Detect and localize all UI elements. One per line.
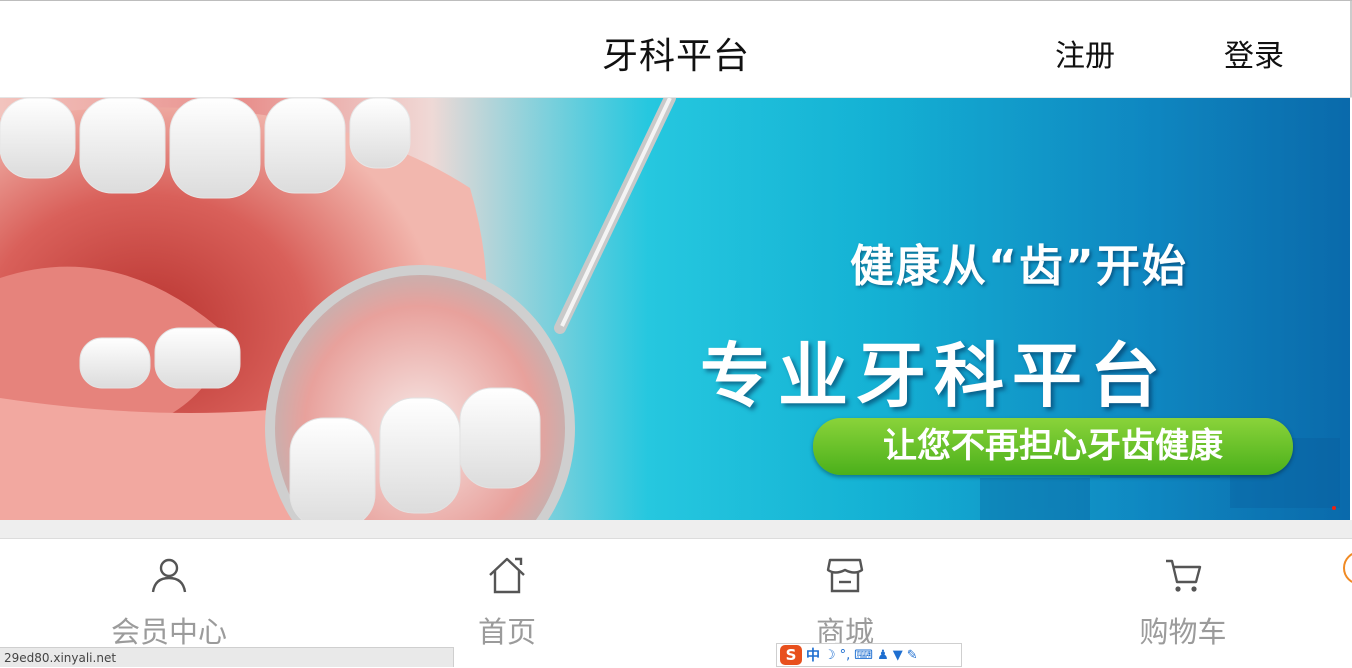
punctuation-icon[interactable]: °, xyxy=(840,648,851,663)
moon-icon[interactable]: ☽ xyxy=(824,648,836,663)
tab-member-center[interactable]: 会员中心 xyxy=(0,539,338,649)
ime-toolbar[interactable]: S 中 ☽ °, ⌨ ♟ ▼ ✎ xyxy=(776,643,962,667)
tab-label: 购物车 xyxy=(1139,615,1227,649)
login-link[interactable]: 登录 xyxy=(1224,31,1284,75)
user-toggle-icon[interactable]: ♟ xyxy=(877,648,889,663)
ime-mode-toggle[interactable]: 中 xyxy=(806,645,820,665)
page-title: 牙科平台 xyxy=(601,36,750,77)
tab-mall[interactable]: 商城 xyxy=(676,539,1014,649)
tab-home[interactable]: 首页 xyxy=(338,539,676,649)
user-icon xyxy=(151,558,187,593)
ime-logo-icon[interactable]: S xyxy=(780,645,802,665)
cart-icon xyxy=(1166,559,1202,592)
home-icon xyxy=(489,557,525,594)
section-divider xyxy=(0,520,1352,538)
banner-slogan-line2: 专业牙科平台 xyxy=(700,335,1168,417)
banner-slogan-line1: 健康从“齿”开始 xyxy=(850,241,1188,292)
register-link[interactable]: 注册 xyxy=(1055,31,1115,75)
tab-label: 会员中心 xyxy=(110,615,227,649)
banner-slogan-pill: 让您不再担心牙齿健康 xyxy=(813,418,1293,475)
carousel-indicator[interactable] xyxy=(1332,506,1336,510)
keyboard-icon[interactable]: ⌨ xyxy=(854,648,873,663)
browser-status-url: 29ed80.xinyali.net xyxy=(0,647,454,667)
wrench-icon[interactable]: ✎ xyxy=(907,648,918,663)
header-bar: 牙科平台 注册 登录 xyxy=(0,1,1352,98)
skin-icon[interactable]: ▼ xyxy=(893,648,903,663)
tab-cart[interactable]: 购物车 xyxy=(1014,539,1352,649)
store-icon xyxy=(826,558,864,593)
tab-label: 首页 xyxy=(477,615,536,649)
hero-banner[interactable]: 健康从“齿”开始 专业牙科平台 让您不再担心牙齿健康 xyxy=(0,98,1350,520)
